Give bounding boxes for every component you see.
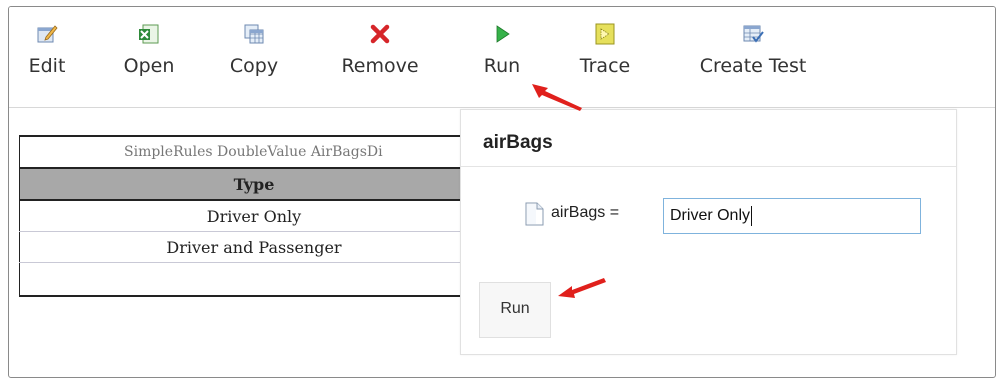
trace-button[interactable]: Trace [569,23,641,77]
remove-icon [370,24,390,44]
trace-icon [595,23,615,45]
column-header-type[interactable]: Type [19,167,489,201]
remove-button[interactable]: Remove [332,23,428,77]
annotation-arrow-run [558,278,606,298]
run-label: Run [483,55,521,77]
run-toolbar-button[interactable]: Run [477,23,527,77]
airbags-input-value: Driver Only [670,207,751,224]
app-frame: Edit Open Copy Remove Run Trace Create T… [8,6,996,378]
create-test-label: Create Test [699,55,807,77]
edit-button[interactable]: Edit [23,23,71,77]
text-caret [751,205,753,226]
trace-label: Trace [579,55,631,77]
excel-icon [139,24,159,44]
copy-label: Copy [229,55,279,77]
open-button[interactable]: Open [115,23,183,77]
edit-label: Edit [28,55,66,77]
airbags-input[interactable]: Driver Only [663,198,921,234]
popup-header: airBags [461,110,956,167]
edit-icon [37,25,58,43]
copy-button[interactable]: Copy [223,23,285,77]
table-row[interactable] [19,262,489,297]
play-icon [496,25,510,43]
table-row[interactable]: Driver Only [19,199,489,232]
remove-label: Remove [341,55,419,77]
param-label: airBags = [551,204,620,221]
create-test-button[interactable]: Create Test [683,23,823,77]
popup-title: airBags [483,132,553,153]
table-title: SimpleRules DoubleValue AirBagsDi [19,135,489,169]
toolbar: Edit Open Copy Remove Run Trace Create T… [9,7,995,108]
open-label: Open [123,55,175,77]
decision-table: SimpleRules DoubleValue AirBagsDi Type D… [19,135,489,305]
copy-table-icon [244,24,264,44]
document-icon [525,202,544,226]
run-popup: airBags airBags = Driver Only Run [460,109,957,355]
table-row[interactable]: Driver and Passenger [19,231,489,263]
create-test-icon [743,25,764,43]
annotation-arrow-toolbar [532,84,582,111]
run-button[interactable]: Run [479,282,551,338]
